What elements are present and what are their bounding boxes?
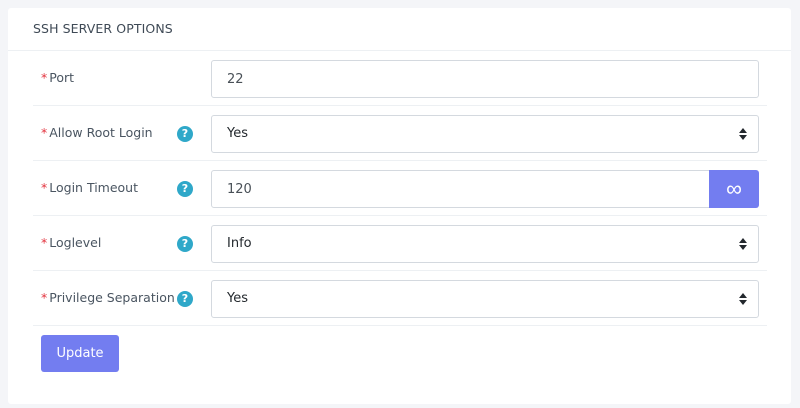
loglevel-label: * Loglevel <box>41 235 102 250</box>
update-button[interactable]: Update <box>41 335 119 372</box>
question-circle-icon[interactable]: ? <box>177 126 193 142</box>
loglevel-value: Info <box>227 236 252 251</box>
login-timeout-row: *Login Timeout ? ∞ <box>33 161 767 216</box>
privilege-separation-row: * Privilege Separation ? Yes <box>33 271 767 326</box>
loglevel-row: * Loglevel ? Info <box>33 216 767 271</box>
ssh-options-form: *Port *Allow Root Login ? Yes *Login Tim… <box>33 51 767 326</box>
ssh-options-card: SSH SERVER OPTIONS *Port *Allow Root Log… <box>8 8 791 404</box>
card-title: SSH SERVER OPTIONS <box>8 8 791 51</box>
privilege-separation-label: * Privilege Separation <box>41 290 175 305</box>
login-timeout-input[interactable] <box>211 170 710 208</box>
loglevel-select[interactable]: Info <box>211 225 759 263</box>
required-mark: * <box>41 235 48 250</box>
sort-caret-icon <box>739 238 747 250</box>
required-mark: * <box>41 180 48 195</box>
privilege-separation-select[interactable]: Yes <box>211 280 759 318</box>
sort-caret-icon <box>739 128 747 140</box>
port-row: * Port <box>33 51 767 106</box>
port-input[interactable] <box>211 60 759 98</box>
port-label: * Port <box>41 70 75 85</box>
required-mark: * <box>41 290 48 305</box>
question-circle-icon[interactable]: ? <box>177 236 193 252</box>
sort-caret-icon <box>739 293 747 305</box>
infinity-icon[interactable]: ∞ <box>709 170 759 208</box>
question-circle-icon[interactable]: ? <box>177 181 193 197</box>
root-login-value: Yes <box>227 126 248 141</box>
root-login-row: * Allow Root Login ? Yes <box>33 106 767 161</box>
question-circle-icon[interactable]: ? <box>177 291 193 307</box>
root-login-select[interactable]: Yes <box>211 115 759 153</box>
root-login-label: * Allow Root Login <box>41 125 153 140</box>
privilege-separation-value: Yes <box>227 291 248 306</box>
required-mark: * <box>41 70 48 85</box>
required-mark: * <box>41 125 48 140</box>
login-timeout-label: * Login Timeout <box>41 180 139 195</box>
